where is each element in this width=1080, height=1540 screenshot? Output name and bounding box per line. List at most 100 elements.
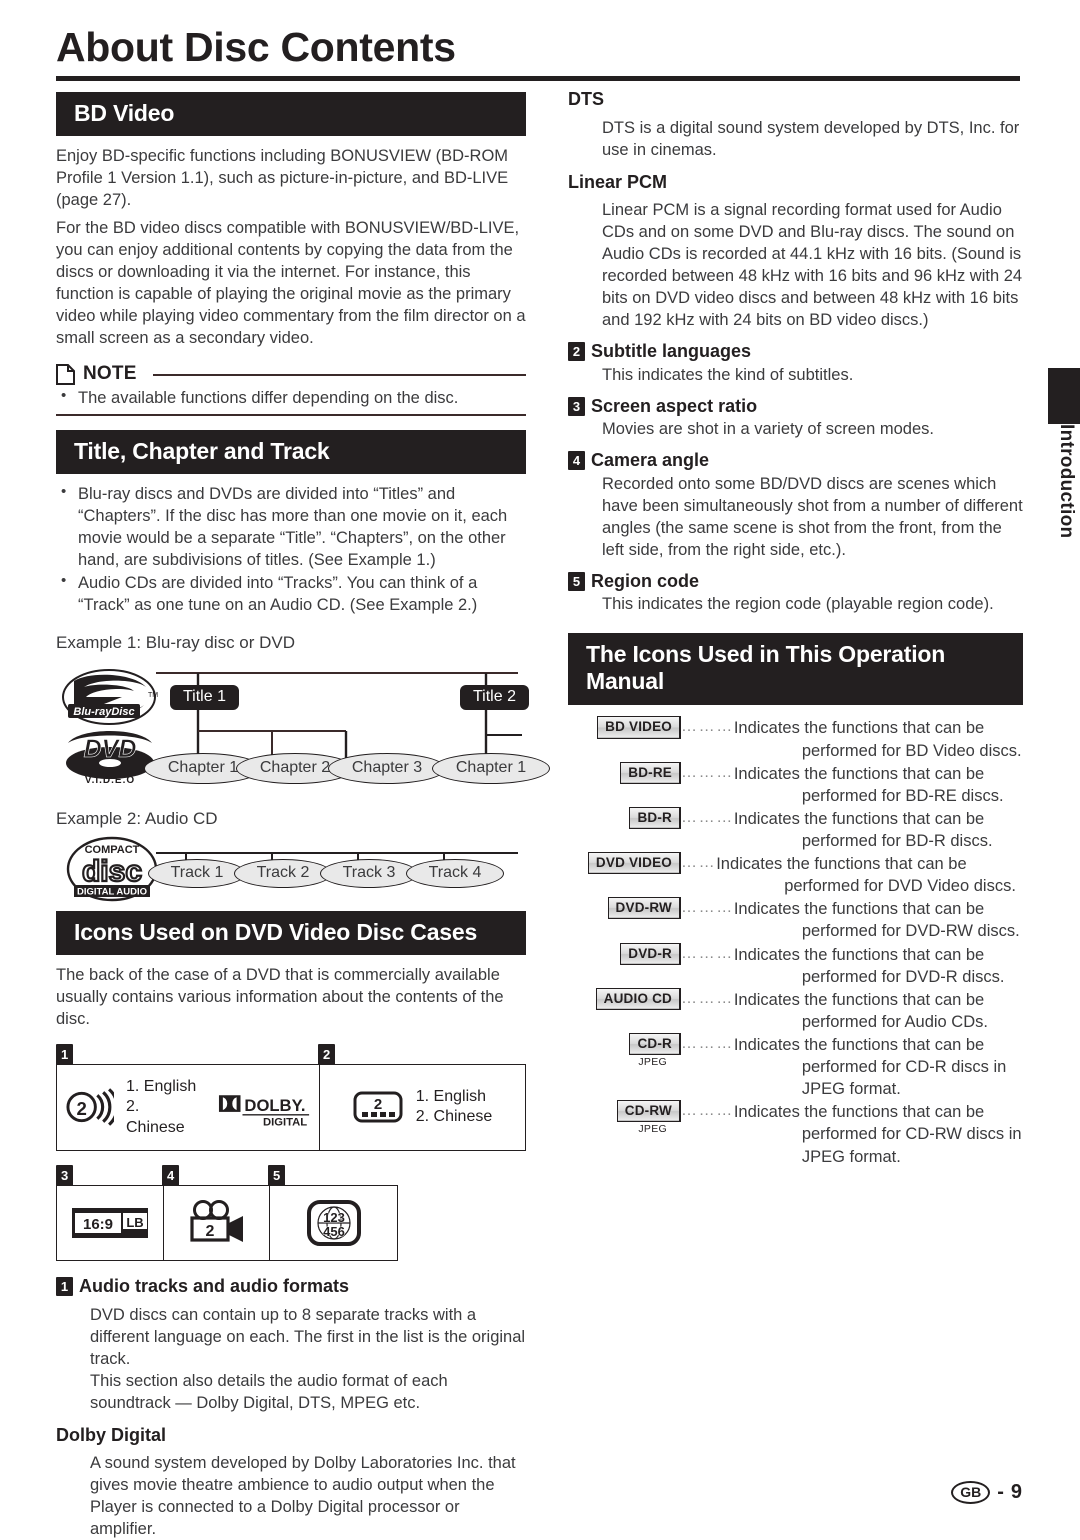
subsection-heading-region-code: 5 Region code	[568, 570, 1023, 593]
description-line-1: Indicates the functions that can be	[733, 764, 985, 783]
manual-icon-description: Indicates the functions that can be perf…	[734, 762, 1004, 807]
panel-marks-row-2: 3 4 5	[56, 1165, 526, 1187]
linear-pcm-body: Linear PCM is a signal recording format …	[602, 201, 1023, 330]
dvd-case-icons-intro: The back of the case of a DVD that is co…	[56, 965, 504, 1028]
dot-leader: ………	[681, 718, 734, 736]
panel-mark: 3	[56, 1165, 74, 1187]
manual-icon-row: DVD VIDEO …… Indicates the functions tha…	[568, 852, 1023, 897]
description-line-2: performed for BD-RE discs.	[801, 786, 1004, 805]
dot-leader: ………	[681, 1102, 734, 1120]
manual-icon-row: BD-R ……… Indicates the functions that ca…	[568, 806, 1023, 852]
region-code-body: This indicates the region code (playable…	[602, 595, 994, 614]
example-1-label: Example 1: Blu-ray disc or DVD	[56, 632, 296, 652]
subtitle-languages-body: This indicates the kind of subtitles.	[602, 365, 854, 384]
svg-text:2: 2	[205, 1223, 214, 1240]
side-tab-marker	[1048, 368, 1080, 424]
subsection-heading-screen-aspect-ratio: 3 Screen aspect ratio	[568, 395, 1023, 418]
language-item: 2. Chinese	[415, 1108, 493, 1126]
dot-leader: ………	[681, 763, 734, 781]
disc-badge-dvd-video: DVD VIDEO	[587, 852, 681, 875]
svg-text:DOLBY.: DOLBY.	[244, 1096, 305, 1115]
example-2-label: Example 2: Audio CD	[56, 808, 218, 828]
subsection-number: 2	[568, 342, 585, 362]
audio-tracks-speaker-icon: 2	[66, 1088, 114, 1127]
right-column: DTS DTS is a digital sound system develo…	[568, 88, 1023, 1168]
manual-icon-row: DVD-RW ……… Indicates the functions that …	[568, 897, 1023, 942]
camera-angle-body: Recorded onto some BD/DVD discs are scen…	[602, 474, 1023, 559]
section-banner-title-chapter-track: Title, Chapter and Track	[56, 430, 526, 475]
svg-text:123: 123	[323, 1210, 345, 1225]
badge-column: BD-R	[568, 806, 681, 830]
dvd-case-panel-row-1: 1 2 2 1. English 2. Chinese DOLBY. DIGIT…	[56, 1043, 526, 1152]
disc-badge-bd-re: BD-RE	[620, 761, 681, 784]
manual-icon-description: Indicates the functions that can be perf…	[734, 1033, 1023, 1100]
region-code-globe-icon: 123 456	[306, 1200, 361, 1247]
panel-cell-camera-angle: 2	[163, 1186, 269, 1261]
list-item: Blu-ray discs and DVDs are divided into …	[56, 482, 526, 571]
panel-boxes-row-1: 2 1. English 2. Chinese DOLBY. DIGITAL 2…	[56, 1063, 526, 1152]
panel-mark: 2	[318, 1043, 336, 1065]
dts-body: DTS is a digital sound system developed …	[602, 118, 1020, 159]
note-divider	[152, 374, 526, 377]
disc-badge-audio-cd: AUDIO CD	[595, 987, 681, 1010]
dvd-case-panel-row-2: 3 4 5 16:9 LB 2 123 456	[56, 1165, 526, 1262]
page-footer: GB - 9	[951, 1480, 1022, 1504]
manual-icon-description: Indicates the functions that can be perf…	[734, 807, 993, 852]
subsection-heading-linear-pcm: Linear PCM	[568, 171, 668, 192]
manual-icon-row: CD-R JPEG ……… Indicates the functions th…	[568, 1033, 1023, 1100]
dot-leader: ………	[681, 899, 734, 917]
badge-column: BD VIDEO	[568, 716, 681, 739]
screen-aspect-ratio-icon: 16:9 LB	[72, 1208, 148, 1239]
subsection-number: 5	[568, 571, 585, 591]
note-header: NOTE	[56, 363, 526, 385]
title-node: Title 1	[170, 684, 239, 710]
subsection-title: Screen aspect ratio	[591, 395, 758, 416]
subsection-heading-dolby-digital: Dolby Digital	[56, 1424, 167, 1445]
manual-icon-row: DVD-R ……… Indicates the functions that c…	[568, 942, 1023, 988]
subsection-title: Region code	[591, 570, 700, 591]
description-line-2: performed for Audio CDs.	[801, 1012, 988, 1031]
panel-language-list-2: 1. English 2. Chinese	[416, 1087, 493, 1128]
disc-badge-bd-r: BD-R	[629, 806, 681, 830]
description-line-2: performed for CD-RW discs in JPEG format…	[801, 1125, 1022, 1166]
manual-icon-description: Indicates the functions that can be perf…	[734, 1100, 1023, 1167]
disc-badge-dvd-r: DVD-R	[620, 942, 681, 965]
manual-icon-row: BD VIDEO ……… Indicates the functions tha…	[568, 716, 1023, 761]
bd-video-paragraph-1: Enjoy BD-specific functions including BO…	[56, 147, 509, 210]
manual-icon-row: AUDIO CD ……… Indicates the functions tha…	[568, 987, 1023, 1033]
description-line-1: Indicates the functions that can be	[733, 719, 985, 738]
example-2-diagram: COMPACT disc DIGITAL AUDIO Track 1 Track…	[56, 833, 526, 909]
subsection-number: 1	[56, 1277, 73, 1297]
subsection-heading-dts: DTS	[568, 89, 604, 109]
description-line-2: performed for DVD-RW discs.	[801, 922, 1020, 941]
track-node: Track 3	[320, 858, 418, 888]
panel-marks-row-1: 1 2	[56, 1043, 526, 1065]
panel-mark: 5	[268, 1165, 286, 1187]
dot-leader: ………	[681, 808, 734, 826]
badge-column: CD-R JPEG	[568, 1033, 681, 1068]
badge-column: AUDIO CD	[568, 987, 681, 1010]
left-column: BD Video Enjoy BD-specific functions inc…	[56, 92, 550, 1540]
note-page-icon	[56, 363, 75, 385]
disc-badge-dvd-rw: DVD-RW	[607, 897, 681, 920]
language-item: 1. English	[415, 1087, 487, 1105]
note-items: The available functions differ depending…	[56, 386, 526, 409]
screen-aspect-ratio-body: Movies are shot in a variety of screen m…	[602, 420, 934, 439]
track-node: Track 2	[234, 858, 332, 888]
note-item: The available functions differ depending…	[56, 386, 526, 409]
description-line-1: Indicates the functions that can be	[733, 945, 985, 964]
manual-icon-row: CD-RW JPEG ……… Indicates the functions t…	[568, 1100, 1023, 1167]
dot-leader: ………	[681, 989, 734, 1007]
svg-text:DIGITAL: DIGITAL	[263, 1117, 307, 1127]
page-title: About Disc Contents	[56, 24, 456, 70]
note-bottom-divider	[56, 414, 526, 417]
note-label: NOTE	[83, 363, 137, 385]
section-banner-bd-video: BD Video	[56, 92, 526, 137]
subsection-heading-audio-tracks: 1 Audio tracks and audio formats	[56, 1275, 526, 1298]
audio-tracks-body-1: DVD discs can contain up to 8 separate t…	[90, 1305, 526, 1368]
language-item: 2. Chinese	[125, 1098, 185, 1136]
disc-badge-cd-rw: CD-RW	[616, 1100, 681, 1123]
section-banner-dvd-case-icons: Icons Used on DVD Video Disc Cases	[56, 910, 526, 955]
description-line-2: performed for BD-R discs.	[801, 832, 993, 851]
note-block: NOTE The available functions differ depe…	[56, 363, 526, 417]
